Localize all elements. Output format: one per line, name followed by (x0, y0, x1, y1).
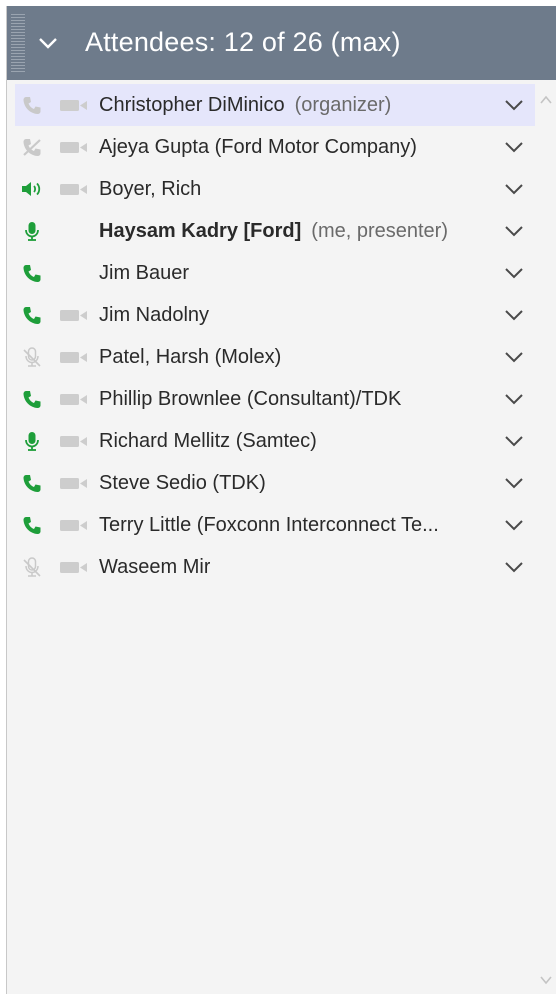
video-camera-icon (60, 184, 87, 195)
scroll-down-arrow-icon[interactable] (539, 974, 553, 986)
attendee-name-text: Phillip Brownlee (Consultant)/TDK (99, 388, 402, 410)
attendee-name-text: Terry Little (Foxconn Interconnect Te... (99, 514, 439, 536)
microphone-icon[interactable] (21, 431, 43, 451)
phone-icon[interactable] (21, 95, 43, 115)
attendee-role: (organizer) (294, 94, 392, 116)
attendee-name: Phillip Brownlee (Consultant)/TDK (99, 388, 401, 411)
attendee-name: Waseem Mir (99, 556, 210, 579)
attendee-name: Terry Little (Foxconn Interconnect Te... (99, 514, 439, 537)
video-camera-icon (60, 478, 87, 489)
attendee-row[interactable]: Patel, Harsh (Molex) (7, 336, 535, 378)
attendees-header[interactable]: Attendees: 12 of 26 (max) (7, 6, 556, 80)
chevron-down-icon[interactable] (503, 432, 525, 450)
scrollbar[interactable] (535, 84, 556, 994)
attendee-name-text: Richard Mellitz (Samtec) (99, 430, 317, 452)
chevron-down-icon[interactable] (503, 390, 525, 408)
attendee-name-text: Steve Sedio (TDK) (99, 472, 266, 494)
attendee-row[interactable]: Christopher DiMinico (organizer) (15, 84, 535, 126)
attendee-name-text: Haysam Kadry [Ford] (99, 220, 302, 242)
chevron-down-icon[interactable] (503, 558, 525, 576)
phone-icon[interactable] (21, 389, 43, 409)
chevron-down-icon[interactable] (503, 516, 525, 534)
attendee-name: Boyer, Rich (99, 178, 201, 201)
attendee-row[interactable]: Waseem Mir (7, 546, 535, 588)
attendee-name-text: Ajeya Gupta (Ford Motor Company) (99, 136, 417, 158)
attendee-row[interactable]: Terry Little (Foxconn Interconnect Te... (7, 504, 535, 546)
attendee-name-text: Boyer, Rich (99, 178, 202, 200)
drag-grip-icon[interactable] (11, 14, 25, 74)
video-camera-icon (60, 436, 87, 447)
chevron-down-icon[interactable] (503, 138, 525, 156)
microphone-muted-icon[interactable] (21, 347, 43, 367)
attendee-row[interactable]: Richard Mellitz (Samtec) (7, 420, 535, 462)
video-camera-icon (60, 394, 87, 405)
video-camera-icon (60, 310, 87, 321)
phone-icon[interactable] (21, 305, 43, 325)
speaker-active-icon[interactable] (21, 179, 43, 199)
attendee-row[interactable]: Phillip Brownlee (Consultant)/TDK (7, 378, 535, 420)
attendee-name-text: Jim Nadolny (99, 304, 210, 326)
video-camera-icon (60, 142, 87, 153)
attendee-row[interactable]: Steve Sedio (TDK) (7, 462, 535, 504)
attendee-row[interactable]: Haysam Kadry [Ford] (me, presenter) (7, 210, 535, 252)
video-camera-icon (60, 352, 87, 363)
attendee-name-text: Jim Bauer (99, 262, 190, 284)
attendee-name: Jim Nadolny (99, 304, 209, 327)
chevron-down-icon[interactable] (503, 222, 525, 240)
attendee-name: Patel, Harsh (Molex) (99, 346, 281, 369)
microphone-icon[interactable] (21, 221, 43, 241)
phone-icon[interactable] (21, 263, 43, 283)
video-camera-icon (60, 520, 87, 531)
attendee-name: Haysam Kadry [Ford] (me, presenter) (99, 220, 448, 243)
chevron-down-icon[interactable] (503, 348, 525, 366)
attendee-name-text: Waseem Mir (99, 556, 211, 578)
attendee-row[interactable]: Jim Bauer (7, 252, 535, 294)
attendee-name: Ajeya Gupta (Ford Motor Company) (99, 136, 417, 159)
attendee-role: (me, presenter) (311, 220, 448, 242)
video-camera-icon (60, 100, 87, 111)
phone-icon[interactable] (21, 515, 43, 535)
chevron-down-icon[interactable] (37, 32, 59, 54)
chevron-down-icon[interactable] (503, 180, 525, 198)
attendee-name-text: Christopher DiMinico (99, 94, 285, 116)
chevron-down-icon[interactable] (503, 96, 525, 114)
attendees-panel: Attendees: 12 of 26 (max) Christopher Di… (6, 6, 556, 994)
video-camera-icon (60, 562, 87, 573)
scroll-up-arrow-icon[interactable] (539, 94, 553, 106)
phone-icon[interactable] (21, 473, 43, 493)
phone-muted-icon[interactable] (21, 137, 43, 157)
attendees-title: Attendees: 12 of 26 (max) (85, 27, 401, 57)
attendee-name: Steve Sedio (TDK) (99, 472, 266, 495)
attendee-name: Christopher DiMinico (organizer) (99, 94, 391, 117)
microphone-muted-icon[interactable] (21, 557, 43, 577)
attendee-name: Jim Bauer (99, 262, 189, 285)
attendee-list: Christopher DiMinico (organizer) Ajeya Gup… (7, 84, 535, 588)
chevron-down-icon[interactable] (503, 264, 525, 282)
chevron-down-icon[interactable] (503, 306, 525, 324)
attendee-row[interactable]: Jim Nadolny (7, 294, 535, 336)
attendee-name: Richard Mellitz (Samtec) (99, 430, 317, 453)
attendee-row[interactable]: Ajeya Gupta (Ford Motor Company) (7, 126, 535, 168)
chevron-down-icon[interactable] (503, 474, 525, 492)
attendee-name-text: Patel, Harsh (Molex) (99, 346, 282, 368)
attendee-row[interactable]: Boyer, Rich (7, 168, 535, 210)
